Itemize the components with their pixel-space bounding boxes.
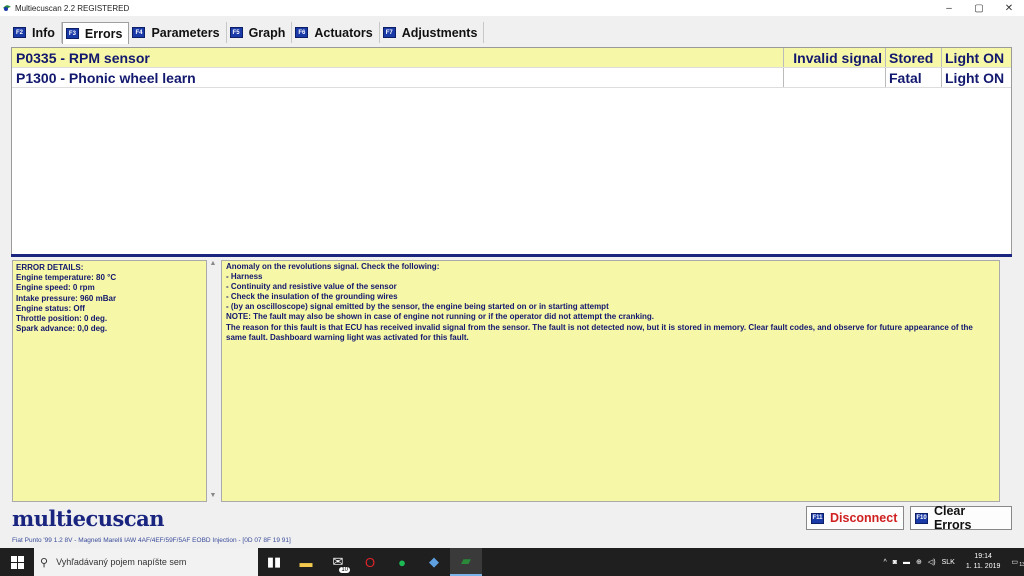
taskbar-search[interactable]: ⚲ Vyhľadávaný pojem napíšte sem [34, 548, 258, 576]
description-line: - Continuity and resistive value of the … [226, 282, 397, 292]
app-logo: multiecuscan [12, 506, 165, 531]
f10-key-icon: F10 [915, 512, 928, 524]
clear-errors-label: Clear Errors [933, 504, 972, 532]
tab-graph[interactable]: F5 Graph [226, 22, 293, 43]
error-code: P0335 - RPM sensor [16, 49, 150, 66]
f7-key-icon: F7 [382, 27, 396, 38]
scroll-up-icon[interactable]: ▲ [207, 260, 219, 270]
tab-bar: F2 Info F3 Errors F4 Parameters F5 Graph F6 A… [10, 22, 485, 44]
task-view-icon[interactable]: ▮▮ [258, 548, 290, 576]
disconnect-button[interactable]: F11 Disconnect [806, 506, 904, 530]
status-bar: Fiat Punto '99 1.2 8V - Magneti Marelli … [12, 537, 291, 544]
tab-actuators[interactable]: F6 Actuators [292, 22, 380, 43]
details-line: Engine speed: 0 rpm [16, 283, 95, 293]
tab-label: Errors [84, 26, 123, 41]
app-icon [3, 5, 11, 11]
f5-key-icon: F5 [229, 27, 243, 38]
system-tray: ^ ◙ ▬ ⊕ ◁) SLK 19:14 1. 11. 2019 ▭ 13 [881, 548, 1024, 576]
tab-parameters[interactable]: F4 Parameters [129, 22, 227, 43]
network-icon[interactable]: ◙ [893, 559, 897, 566]
description-line: NOTE: The fault may also be shown in cas… [226, 312, 655, 322]
error-type: Invalid signal [783, 48, 885, 67]
f11-key-icon: F11 [811, 512, 824, 524]
error-row[interactable]: P0335 - RPM sensor Invalid signal Stored… [12, 48, 1011, 68]
error-light: Light ON [941, 48, 1011, 67]
volume-icon[interactable]: ◁) [928, 558, 936, 566]
panel-separator [11, 254, 1012, 257]
tab-label: Parameters [151, 25, 220, 40]
notification-count: 13 [1019, 562, 1024, 568]
error-description-panel: Anomaly on the revolutions signal. Check… [221, 260, 1000, 502]
file-explorer-icon[interactable]: ▬ [290, 548, 322, 576]
opera-icon[interactable]: O [354, 548, 386, 576]
tab-adjustments[interactable]: F7 Adjustments [379, 22, 485, 43]
windows-icon [10, 555, 24, 569]
error-row[interactable]: P1300 - Phonic wheel learn Fatal Light O… [12, 68, 1011, 88]
start-button[interactable] [0, 548, 34, 576]
error-type [783, 68, 885, 87]
tab-label: Graph [248, 25, 286, 40]
tab-label: Adjustments [401, 25, 478, 40]
search-placeholder: Vyhľadávaný pojem napíšte sem [56, 557, 187, 567]
tab-label: Info [32, 25, 55, 40]
error-status: Stored [885, 48, 941, 67]
maximize-button[interactable]: ▢ [964, 0, 994, 16]
description-line: - (by an oscilloscope) signal emitted by… [226, 302, 609, 312]
clear-errors-button[interactable]: F10 Clear Errors [910, 504, 1012, 532]
spotify-icon[interactable]: ● [386, 548, 418, 576]
globe-icon[interactable]: ⊕ [916, 558, 922, 566]
description-line: Anomaly on the revolutions signal. Check… [226, 262, 440, 271]
taskbar: ⚲ Vyhľadávaný pojem napíšte sem ▮▮ ▬ ✉ 10… [0, 548, 1024, 576]
details-line: Engine temperature: 80 °C [16, 273, 117, 283]
clock-date: 1. 11. 2019 [965, 563, 1001, 570]
notifications-icon[interactable]: ▭ 13 [1011, 558, 1024, 568]
description-line: - Harness [226, 272, 263, 282]
f6-key-icon: F6 [295, 27, 309, 38]
battery-icon[interactable]: ▬ [903, 559, 910, 566]
tab-label: Actuators [314, 25, 373, 40]
error-details-panel: ERROR DETAILS: Engine temperature: 80 °C… [12, 260, 207, 502]
title-bar: Multiecuscan 2.2 REGISTERED – ▢ ✕ [0, 0, 1024, 16]
error-light: Light ON [941, 68, 1011, 87]
description-scrollbar[interactable] [1000, 260, 1012, 502]
app-window: Multiecuscan 2.2 REGISTERED – ▢ ✕ F2 Info… [0, 0, 1024, 548]
multiecuscan-taskbar-icon[interactable]: ▰ [450, 548, 482, 576]
details-line: Spark advance: 0,0 deg. [16, 324, 108, 334]
f2-key-icon: F2 [13, 27, 26, 38]
description-line: The reason for this fault is that ECU ha… [226, 322, 973, 342]
clock-time: 19:14 [974, 553, 992, 560]
details-scrollbar[interactable]: ▲ ▼ [207, 260, 219, 502]
details-line: Engine status: Off [16, 303, 85, 313]
window-title: Multiecuscan 2.2 REGISTERED [15, 3, 130, 13]
f4-key-icon: F4 [132, 27, 146, 38]
mail-badge: 10 [339, 567, 350, 573]
description-line: - Check the insulation of the grounding … [226, 292, 398, 302]
details-line: ERROR DETAILS: [16, 263, 84, 272]
minimize-button[interactable]: – [934, 0, 964, 16]
error-status: Fatal [885, 68, 941, 87]
disconnect-label: Disconnect [830, 511, 898, 525]
details-line: Intake pressure: 960 mBar [16, 293, 117, 303]
tab-info[interactable]: F2 Info [10, 22, 62, 43]
scroll-down-icon[interactable]: ▼ [207, 492, 219, 502]
f3-key-icon: F3 [65, 28, 79, 39]
mail-icon[interactable]: ✉ 10 [322, 548, 354, 576]
language-indicator[interactable]: SLK [942, 559, 955, 566]
error-list: P0335 - RPM sensor Invalid signal Stored… [11, 47, 1012, 255]
chevron-up-icon[interactable]: ^ [884, 559, 887, 566]
error-code: P1300 - Phonic wheel learn [16, 69, 196, 86]
close-button[interactable]: ✕ [994, 0, 1024, 16]
clock[interactable]: 19:14 1. 11. 2019 [966, 552, 1001, 572]
tab-errors[interactable]: F3 Errors [61, 22, 130, 44]
notes-app-icon[interactable]: ◆ [418, 548, 450, 576]
search-icon: ⚲ [40, 556, 49, 569]
details-line: Throttle position: 0 deg. [16, 314, 108, 324]
